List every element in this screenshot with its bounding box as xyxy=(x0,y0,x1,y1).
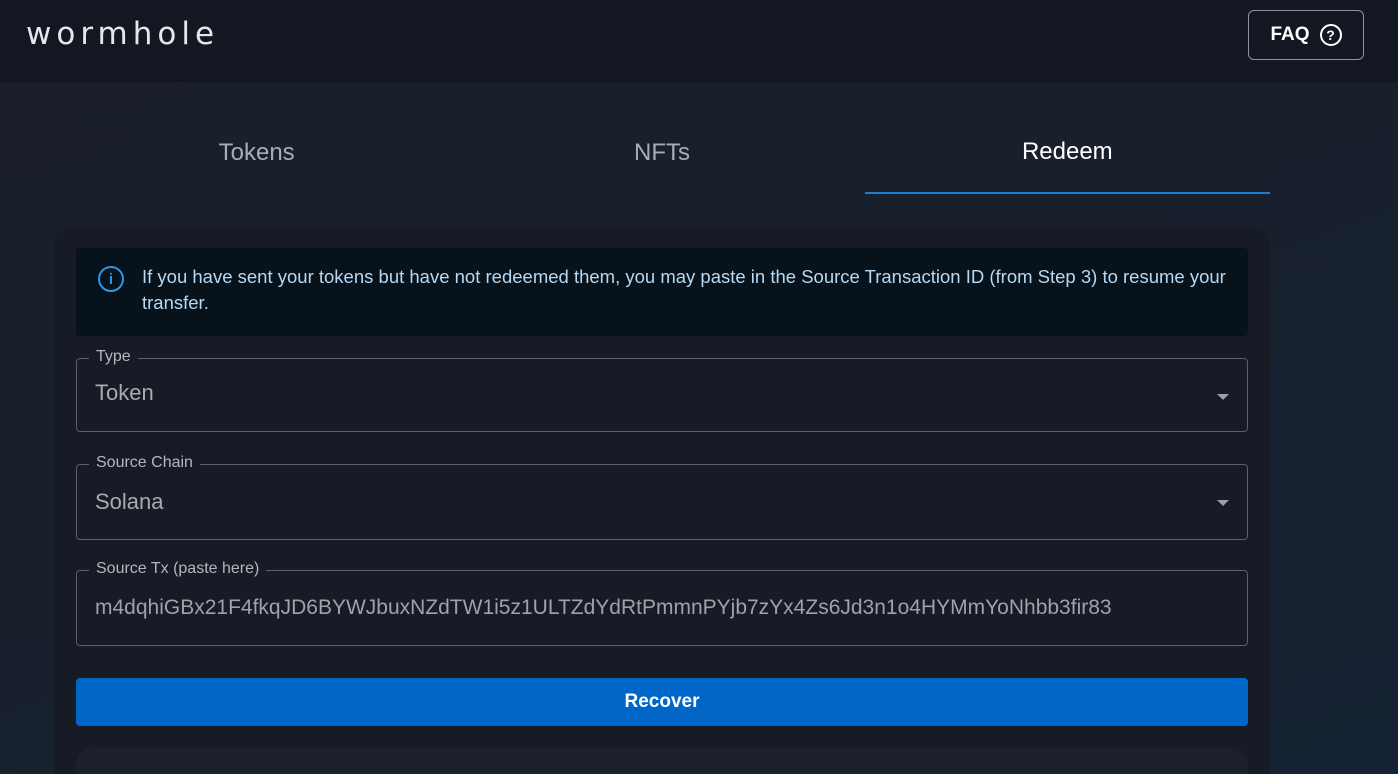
faq-button[interactable]: FAQ ? xyxy=(1248,10,1364,60)
dropdown-arrow-icon xyxy=(1217,394,1229,400)
top-app-bar: wormhole FAQ ? xyxy=(0,0,1398,82)
type-select[interactable]: Type Token xyxy=(76,347,1248,432)
dropdown-arrow-icon xyxy=(1217,500,1229,506)
tab-tokens[interactable]: Tokens xyxy=(54,122,459,194)
info-alert: i If you have sent your tokens but have … xyxy=(76,248,1248,336)
source-tx-input[interactable] xyxy=(95,593,1231,623)
source-tx-field: Source Tx (paste here) xyxy=(76,559,1248,646)
type-select-value: Token xyxy=(95,380,154,405)
bottom-panel xyxy=(76,748,1248,774)
help-circle-icon: ? xyxy=(1319,24,1342,46)
source-chain-select[interactable]: Source Chain Solana xyxy=(76,453,1248,540)
info-alert-text: If you have sent your tokens but have no… xyxy=(142,266,1226,313)
source-chain-label: Source Chain xyxy=(89,453,200,473)
faq-button-label: FAQ xyxy=(1270,24,1310,45)
recover-button[interactable]: Recover xyxy=(76,678,1248,726)
wormhole-logo[interactable]: wormhole xyxy=(26,16,219,52)
tab-redeem[interactable]: Redeem xyxy=(864,122,1270,194)
transfer-tabs: Tokens NFTs Redeem xyxy=(54,122,1270,194)
source-tx-label: Source Tx (paste here) xyxy=(89,559,267,579)
source-chain-value: Solana xyxy=(95,489,164,514)
info-icon: i xyxy=(98,266,124,292)
type-select-label: Type xyxy=(89,347,138,367)
tab-nfts[interactable]: NFTs xyxy=(459,122,864,194)
